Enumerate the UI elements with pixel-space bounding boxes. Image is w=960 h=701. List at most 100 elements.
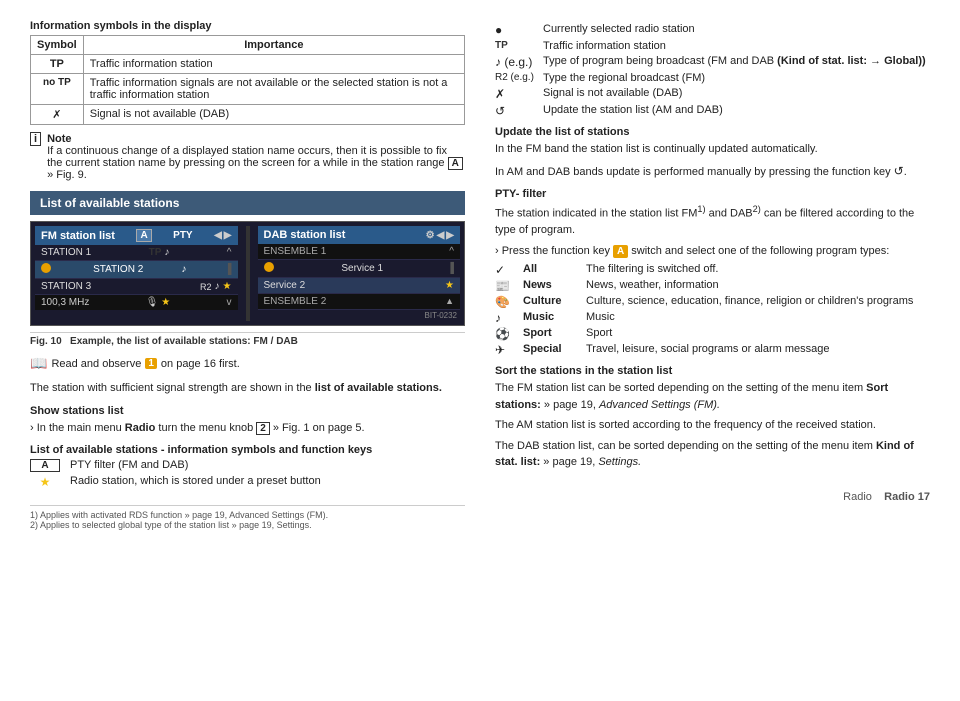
pty-sport-text: Sport <box>586 327 612 339</box>
info-symbols-table: Symbol Importance TP Traffic information… <box>30 35 465 125</box>
pty-all-text: The filtering is switched off. <box>586 263 718 275</box>
pty-special-text: Travel, leisure, social programs or alar… <box>586 343 830 355</box>
pty-culture-icon: 🎨 <box>495 295 515 309</box>
dab-ensemble-2-label: ENSEMBLE 2 <box>264 296 327 307</box>
pty-music-text: Music <box>586 311 615 323</box>
right-item-tp: TP Traffic information station <box>495 40 930 52</box>
right-item-update: ↺ Update the station list (AM and DAB) <box>495 104 930 118</box>
fm-arrow-up-1[interactable]: ^ <box>227 247 232 258</box>
importance-nosignal: Signal is not available (DAB) <box>83 105 464 125</box>
fm-arrow-right[interactable]: ▶ <box>224 230 232 241</box>
pty-news-label: News <box>523 279 578 291</box>
symbol-nosignal: ✗ <box>31 105 84 125</box>
pty-row-sport: ⚽ Sport Sport <box>495 327 930 341</box>
pty-culture-text: Culture, science, education, finance, re… <box>586 295 913 307</box>
note-text: If a continuous change of a displayed st… <box>47 145 447 169</box>
note-icon: i <box>30 132 41 146</box>
fm-freq: 100,3 MHz <box>41 297 89 308</box>
fm-station-3-icons: R2 ♪ ★ <box>200 281 231 292</box>
fig-caption: Fig. 10 Example, the list of available s… <box>30 332 465 347</box>
no-signal-right-icon: ✗ <box>495 87 535 101</box>
sort-heading: Sort the stations in the station list <box>495 365 930 377</box>
fm-station-1-row[interactable]: STATION 1 TP ♪ ^ <box>35 245 238 261</box>
sort-text-1: The FM station list can be sorted depend… <box>495 380 930 413</box>
table-row: no TP Traffic information signals are no… <box>31 74 465 105</box>
orange-dot-service1 <box>264 262 274 275</box>
dab-scrollbar-1: ▐ <box>447 263 454 274</box>
note-label: Note <box>47 133 71 145</box>
dab-service-1-row[interactable]: Service 1 ▐ <box>258 260 461 278</box>
music-icon-2: ♪ <box>181 264 186 275</box>
dab-settings-icon[interactable]: ⚙ <box>426 230 435 241</box>
dab-service-2-row[interactable]: Service 2 ★ <box>258 278 461 294</box>
show-stations-heading: Show stations list <box>30 405 465 417</box>
right-item-program-type: ♪ (e.g.) Type of program being broadcast… <box>495 55 930 69</box>
fm-arrow-left[interactable]: ◀ <box>214 230 222 241</box>
right-item-regional: R2 (e.g.) Type the regional broadcast (F… <box>495 72 930 84</box>
regional-icon: R2 (e.g.) <box>495 72 535 83</box>
pty-row-music: ♪ Music Music <box>495 311 930 325</box>
dab-ensemble-1-arrow[interactable]: ^ <box>449 246 454 257</box>
importance-tp: Traffic information station <box>83 55 464 74</box>
dab-header: DAB station list ⚙ ◀ ▶ <box>258 226 461 244</box>
fm-arrow-down[interactable]: v <box>227 297 232 308</box>
pty-sport-icon: ⚽ <box>495 327 515 341</box>
sort-text-2: The AM station list is sorted according … <box>495 417 930 434</box>
dab-star-service2: ★ <box>445 280 454 291</box>
dab-ensemble-2-icon: ▲ <box>445 296 454 306</box>
pty-types-list: ✓ All The filtering is switched off. 📰 N… <box>495 263 930 357</box>
pty-music-label: Music <box>523 311 578 323</box>
fm-station-3-row[interactable]: STATION 3 R2 ♪ ★ <box>35 279 238 295</box>
program-type-text: Type of program being broadcast (FM and … <box>543 55 930 67</box>
update-heading: Update the list of stations <box>495 126 930 138</box>
pty-row-culture: 🎨 Culture Culture, science, education, f… <box>495 295 930 309</box>
pty-filter-label: PTY filter (FM and DAB) <box>70 459 188 471</box>
fm-pty-box[interactable]: A <box>136 229 151 242</box>
section-box-available-stations: List of available stations <box>30 191 465 215</box>
right-item-no-signal: ✗ Signal is not available (DAB) <box>495 87 930 101</box>
pty-sport-label: Sport <box>523 327 578 339</box>
read-text-after: on page 16 first. <box>161 358 240 370</box>
table-row: TP Traffic information station <box>31 55 465 74</box>
pty-filter-heading: PTY- filter <box>495 188 930 200</box>
pty-instruction: › Press the function key A switch and se… <box>495 243 930 260</box>
pty-all-label: All <box>523 263 578 275</box>
note-ref-a: A <box>448 157 463 170</box>
dab-ensemble-2-row[interactable]: ENSEMBLE 2 ▲ <box>258 294 461 310</box>
dab-arrow-right[interactable]: ▶ <box>446 230 454 241</box>
fm-scrollbar-2: ▐ <box>224 264 231 275</box>
dab-nav-arrows[interactable]: ⚙ ◀ ▶ <box>426 230 454 241</box>
page-ref-badge: 1 <box>145 358 157 369</box>
fm-nav-arrows[interactable]: ◀ ▶ <box>214 230 231 241</box>
fm-station-2-label: STATION 2 <box>93 264 143 275</box>
pty-row-special: ✈ Special Travel, leisure, social progra… <box>495 343 930 357</box>
fig-caption-text: Example, the list of available stations:… <box>70 336 298 347</box>
fm-station-2-row[interactable]: STATION 2 ♪ ▐ <box>35 261 238 279</box>
dab-ensemble-1-row[interactable]: ENSEMBLE 1 ^ <box>258 244 461 260</box>
body-text-1: The station with sufficient signal stren… <box>30 380 465 397</box>
dab-title: DAB station list <box>264 229 346 241</box>
regional-text: Type the regional broadcast (FM) <box>543 72 930 84</box>
body-bold-1: list of available stations. <box>315 382 442 394</box>
selected-station-icon: ● <box>495 23 535 37</box>
music-icon-1: ♪ <box>164 247 169 258</box>
right-symbols: ● Currently selected radio station TP Tr… <box>495 23 930 118</box>
symbol-tp: TP <box>31 55 84 74</box>
list-info-item-a: A PTY filter (FM and DAB) <box>30 459 465 472</box>
pty-filter-box: A <box>30 459 60 472</box>
fig-num: Fig. 10 <box>30 336 62 347</box>
selected-station-text: Currently selected radio station <box>543 23 930 35</box>
fm-station-1-label: STATION 1 <box>41 247 91 258</box>
update-text-2: In AM and DAB bands update is performed … <box>495 162 930 181</box>
preset-star-label: Radio station, which is stored under a p… <box>70 475 321 487</box>
dab-arrow-left[interactable]: ◀ <box>437 230 445 241</box>
fm-header: FM station list A PTY ◀ ▶ <box>35 226 238 245</box>
pty-music-icon: ♪ <box>495 311 515 325</box>
fm-footer: 100,3 MHz 🎙 ★ v <box>35 295 238 310</box>
note-fig-ref: » Fig. 9. <box>47 169 87 181</box>
star-icon-3: ★ <box>223 281 232 292</box>
pty-special-icon: ✈ <box>495 343 515 357</box>
update-text-1: In the FM band the station list is conti… <box>495 141 930 158</box>
read-observe: 📖 Read and observe 1 on page 16 first. <box>30 355 465 372</box>
radio-panel: FM station list A PTY ◀ ▶ STATION 1 TP ♪… <box>30 221 465 326</box>
